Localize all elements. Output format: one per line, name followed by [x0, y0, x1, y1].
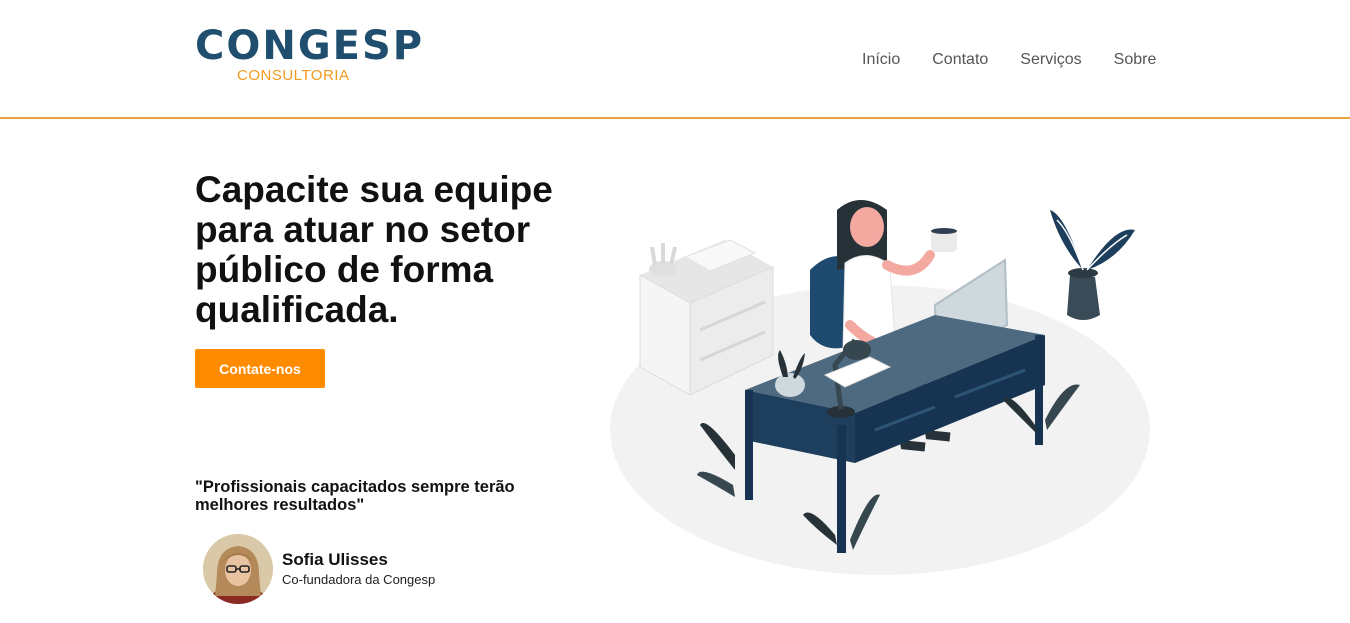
logo-subtitle: CONSULTORIA	[237, 67, 350, 84]
woman-at-desk-illustration	[605, 185, 1155, 585]
avatar	[203, 534, 273, 604]
author-name: Sofia Ulisses	[282, 550, 388, 569]
site-header: CONGESP CONSULTORIA Início Contato Servi…	[0, 0, 1350, 119]
nav-link-contato[interactable]: Contato	[932, 50, 988, 70]
hero-title: Capacite sua equipe para atuar no setor …	[195, 169, 553, 330]
main-nav: Início Contato Serviços Sobre	[862, 50, 1188, 70]
nav-link-inicio[interactable]: Início	[862, 50, 900, 70]
author-role: Co-fundadora da Congesp	[282, 572, 436, 587]
contact-us-button[interactable]: Contate-nos	[195, 349, 325, 388]
testimonial-quote: "Profissionais capacitados sempre terão …	[195, 478, 515, 514]
nav-link-servicos[interactable]: Serviços	[1020, 50, 1081, 70]
testimonial-author: Sofia Ulisses Co-fundadora da Congesp	[203, 534, 503, 606]
nav-link-sobre[interactable]: Sobre	[1114, 50, 1157, 70]
congesp-logo[interactable]: CONGESP CONSULTORIA	[195, 26, 422, 88]
logo-wordmark: CONGESP	[195, 23, 425, 69]
plant-icon	[1050, 210, 1135, 320]
